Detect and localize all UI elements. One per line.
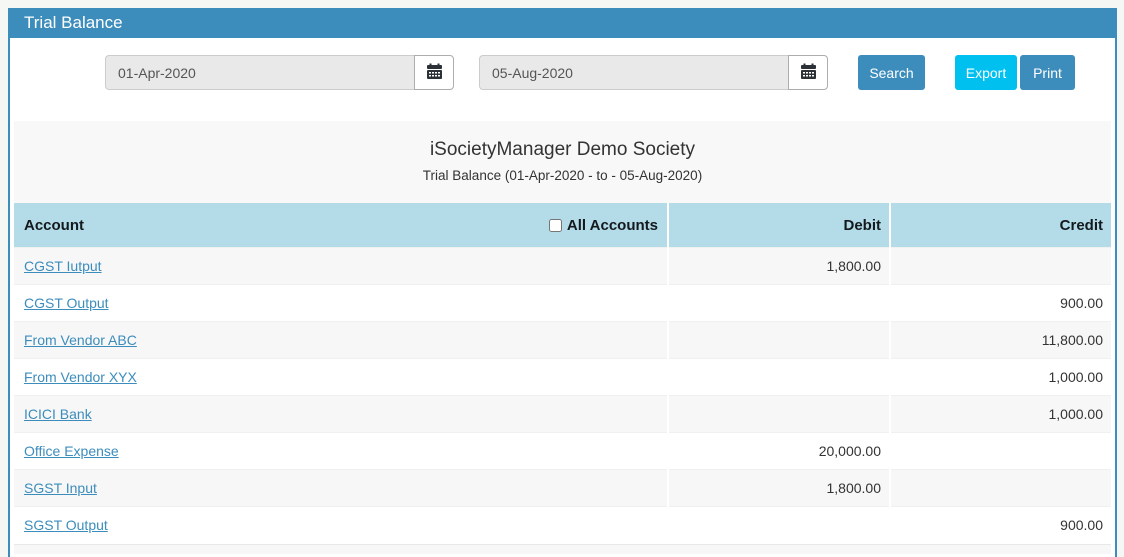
credit-header: Credit <box>889 203 1111 248</box>
credit-cell: 900.00 <box>889 284 1111 322</box>
account-header: Account <box>24 216 84 234</box>
calendar-icon <box>800 63 817 83</box>
from-date-input[interactable] <box>105 55 414 90</box>
debit-cell: 1,800.00 <box>667 469 890 507</box>
partial-next-row <box>14 543 1111 554</box>
account-link[interactable]: From Vendor ABC <box>24 332 137 348</box>
all-accounts-toggle[interactable]: All Accounts <box>548 216 658 234</box>
debit-header: Debit <box>667 203 890 248</box>
debit-cell <box>667 321 890 359</box>
table-row: ICICI Bank 1,000.00 <box>14 395 1111 433</box>
table-row: CGST Output 900.00 <box>14 284 1111 322</box>
credit-cell: 900.00 <box>889 506 1111 544</box>
credit-cell: 1,000.00 <box>889 358 1111 396</box>
table-header-row: Account All Accounts Debit Credit <box>14 203 1111 248</box>
debit-cell <box>667 358 890 396</box>
all-accounts-label: All Accounts <box>566 216 658 234</box>
to-date-input[interactable] <box>479 55 788 90</box>
from-date-calendar-button[interactable] <box>414 55 454 90</box>
account-link[interactable]: From Vendor XYX <box>24 369 137 385</box>
table-row: Office Expense 20,000.00 <box>14 432 1111 470</box>
debit-cell <box>667 284 890 322</box>
print-button[interactable]: Print <box>1020 55 1075 90</box>
account-link[interactable]: CGST Iutput <box>24 258 102 274</box>
account-link[interactable]: ICICI Bank <box>24 406 92 422</box>
search-button[interactable]: Search <box>858 55 925 90</box>
credit-cell <box>889 469 1111 507</box>
to-date-calendar-button[interactable] <box>788 55 828 90</box>
to-date-group <box>479 55 828 90</box>
export-button[interactable]: Export <box>955 55 1017 90</box>
from-date-group <box>105 55 454 90</box>
account-link[interactable]: SGST Input <box>24 480 97 496</box>
panel-title: Trial Balance <box>10 8 1115 38</box>
debit-cell: 20,000.00 <box>667 432 890 470</box>
account-link[interactable]: CGST Output <box>24 295 109 311</box>
table-row: SGST Output 900.00 <box>14 506 1111 544</box>
table-row: SGST Input 1,800.00 <box>14 469 1111 507</box>
report-subtitle: Trial Balance (01-Apr-2020 - to - 05-Aug… <box>422 168 703 183</box>
debit-cell <box>667 395 890 433</box>
credit-cell <box>889 432 1111 470</box>
calendar-icon <box>426 63 443 83</box>
account-link[interactable]: Office Expense <box>24 443 119 459</box>
debit-cell: 1,800.00 <box>667 247 890 285</box>
report-area: iSocietyManager Demo Society Trial Balan… <box>14 121 1111 554</box>
filter-bar: Search Export Print <box>10 38 1115 111</box>
credit-cell: 11,800.00 <box>889 321 1111 359</box>
all-accounts-checkbox[interactable] <box>548 218 562 232</box>
trial-balance-table: Account All Accounts Debit Credit CGST I… <box>14 203 1111 544</box>
page: Trial Balance 01-Apr-2020 05-Aug-2020 Se… <box>0 0 1124 557</box>
credit-cell: 1,000.00 <box>889 395 1111 433</box>
table-row: CGST Iutput 1,800.00 <box>14 247 1111 285</box>
table-row: From Vendor XYX 1,000.00 <box>14 358 1111 396</box>
debit-cell <box>667 506 890 544</box>
table-row: From Vendor ABC 11,800.00 <box>14 321 1111 359</box>
trial-balance-panel: Trial Balance 01-Apr-2020 05-Aug-2020 Se… <box>8 8 1117 557</box>
credit-cell <box>889 247 1111 285</box>
account-link[interactable]: SGST Output <box>24 517 108 533</box>
society-title: iSocietyManager Demo Society <box>429 139 696 160</box>
